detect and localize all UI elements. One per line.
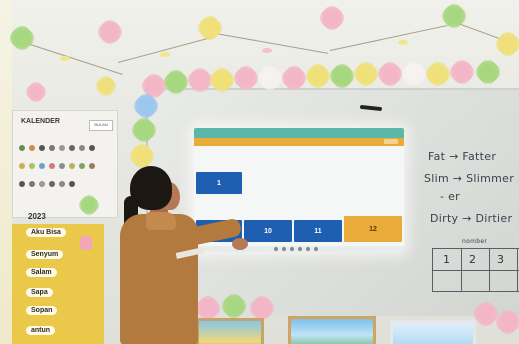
answer-tile-12[interactable]: 12: [344, 216, 402, 242]
wall-picture: [196, 318, 264, 344]
word-card: Senyum: [26, 250, 64, 259]
paper-flower: [238, 70, 254, 86]
paper-flower: [14, 30, 30, 46]
paper-flower: [358, 66, 374, 82]
poster-year: 2023: [28, 212, 46, 221]
paper-flower: [100, 80, 112, 92]
paper-flower: [500, 36, 516, 52]
board-line-4: Dirty → Dirtier: [430, 212, 513, 225]
paper-flower: [446, 8, 462, 24]
paper-flower: [83, 199, 95, 211]
paper-flower: [146, 78, 162, 94]
answer-tile-11[interactable]: 11: [294, 220, 342, 242]
paper-flower: [202, 20, 218, 36]
word-card: Sopan: [26, 306, 58, 315]
uniform-collar: [146, 212, 176, 230]
grid-number-3: 3: [497, 253, 504, 266]
word-card: Salam: [26, 268, 57, 277]
paper-flower: [430, 66, 446, 82]
paper-flower: [262, 70, 278, 86]
board-line-3: - er: [440, 190, 460, 203]
projection-top-bar: [194, 128, 404, 138]
board-line-1: Fat → Fatter: [428, 150, 497, 163]
poster-dot-row: [19, 181, 75, 187]
word-card: antun: [26, 326, 56, 335]
grid-number-1: 1: [443, 253, 450, 266]
poster-subtitle: BULAN: [89, 120, 113, 131]
paper-flower: [200, 300, 216, 316]
paper-flower: [382, 66, 398, 82]
answer-tile-10[interactable]: 10: [244, 220, 292, 242]
paper-flower: [454, 64, 470, 80]
paper-flower: [134, 148, 150, 164]
paper-flower: [324, 10, 340, 26]
paper-flower: [138, 98, 154, 114]
paper-leaf: [60, 56, 70, 61]
poster-dot-row: [19, 145, 95, 151]
paper-flower: [334, 68, 350, 84]
photo-frame: 1 9 10 11 12 Fat → Fatter Slim → Slimmer…: [0, 0, 519, 344]
board-number-grid: 1 2 3: [432, 248, 519, 292]
paper-flower: [310, 68, 326, 84]
paper-flower: [102, 24, 118, 40]
paper-flower: [214, 72, 230, 88]
wall-picture: [390, 320, 476, 344]
paper-flower: [478, 306, 494, 322]
paper-flower: [286, 70, 302, 86]
paper-leaf: [262, 48, 272, 53]
paper-flower: [500, 314, 516, 330]
word-card: Sapa: [26, 288, 53, 297]
paper-flower: [30, 86, 42, 98]
grid-number-2: 2: [469, 253, 476, 266]
poster-title: KALENDER: [21, 118, 60, 125]
paper-flower: [168, 74, 184, 90]
calendar-poster: KALENDER BULAN: [12, 110, 118, 218]
paper-flower: [254, 300, 270, 316]
board-grid-note: nomber: [462, 238, 488, 245]
projection-progress-bar: [194, 138, 404, 146]
board-line-2: Slim → Slimmer: [424, 172, 515, 185]
answer-tile-1[interactable]: 1: [196, 172, 242, 194]
paper-flower: [480, 64, 496, 80]
student-hand: [232, 238, 248, 250]
paper-flower: [406, 66, 422, 82]
student-hair: [130, 166, 172, 210]
wall-picture: [288, 316, 376, 344]
paper-flower: [226, 298, 242, 314]
paper-leaf: [160, 52, 170, 57]
paper-leaf: [398, 40, 408, 45]
projection-footer: [194, 246, 404, 252]
word-card: Aku Bisa: [26, 228, 66, 237]
word-board-decoration: [80, 236, 92, 250]
paper-flower: [136, 122, 152, 138]
left-edge: [0, 0, 12, 344]
poster-dot-row: [19, 163, 95, 169]
paper-flower: [192, 72, 208, 88]
